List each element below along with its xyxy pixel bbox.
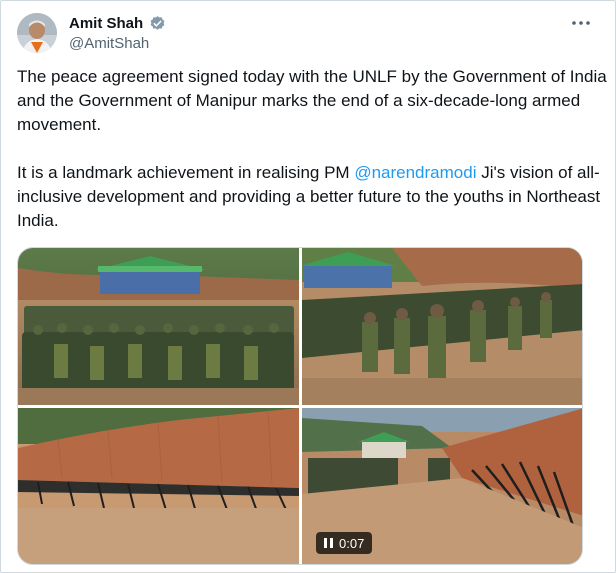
video-time: 0:07 — [339, 535, 365, 551]
photo-troops-formation[interactable] — [18, 248, 299, 405]
avatar[interactable] — [17, 13, 57, 53]
tweet-text: The peace agreement signed today with th… — [17, 65, 607, 233]
mention-link[interactable]: @narendramodi — [354, 163, 476, 182]
verified-badge-icon — [149, 15, 166, 32]
media-grid: 0:07 — [17, 247, 583, 565]
video-duration-badge[interactable]: 0:07 — [316, 532, 373, 554]
author-name[interactable]: Amit Shah — [69, 15, 143, 32]
photo-troops-lineup[interactable] — [302, 248, 582, 405]
tweet-paragraph-2: It is a landmark achievement in realisin… — [17, 161, 607, 233]
paragraph-2-start: It is a landmark achievement in realisin… — [17, 163, 355, 182]
tweet-card: Amit Shah @AmitShah The peace agreement … — [0, 0, 616, 573]
tweet-paragraph-1: The peace agreement signed today with th… — [17, 67, 607, 134]
pause-icon[interactable] — [324, 538, 333, 548]
photo-weapons-laid-out[interactable] — [18, 408, 299, 564]
more-options-icon[interactable] — [569, 15, 593, 31]
author-handle[interactable]: @AmitShah — [69, 35, 166, 52]
video-thumbnail[interactable]: 0:07 — [302, 408, 582, 564]
author-block: Amit Shah @AmitShah — [69, 13, 166, 52]
